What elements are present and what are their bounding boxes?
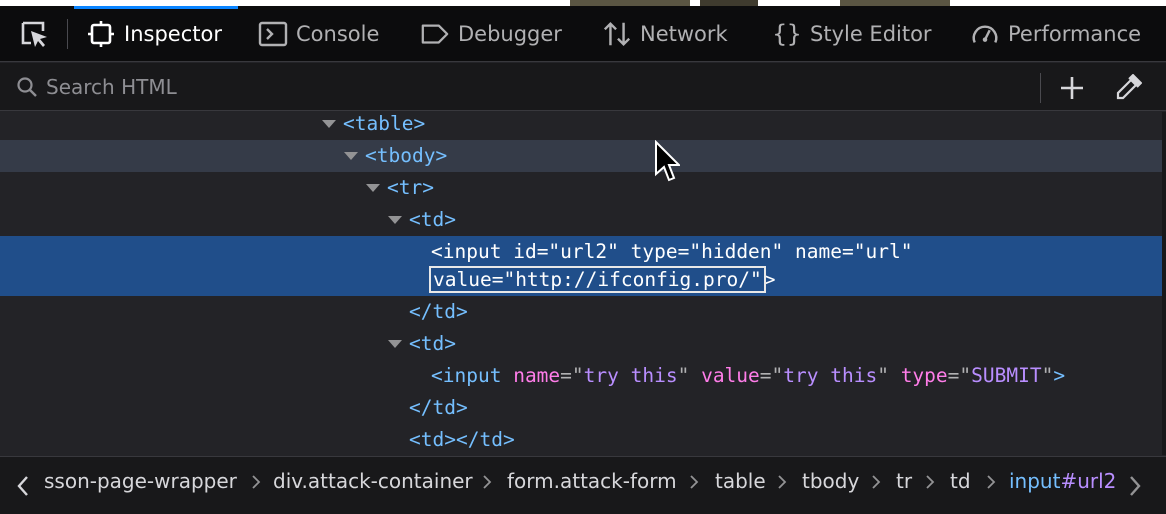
attr-value: url2 bbox=[560, 240, 608, 263]
performance-icon bbox=[970, 19, 1000, 49]
breadcrumb-item[interactable]: tbody bbox=[802, 457, 859, 514]
focused-attribute[interactable]: value="http://ifconfig.pro/" bbox=[429, 266, 766, 293]
markup-node-tr[interactable]: <tr> bbox=[0, 172, 1162, 204]
breadcrumb-item[interactable]: tr bbox=[896, 457, 912, 514]
mouse-cursor-icon bbox=[654, 139, 682, 188]
markup-node-td-2[interactable]: <td> bbox=[0, 328, 1162, 360]
tag-name: table bbox=[354, 112, 414, 135]
tag-name: td bbox=[420, 208, 445, 231]
attr-name: value bbox=[701, 364, 760, 387]
breadcrumb-scroll-left[interactable] bbox=[12, 471, 34, 501]
tag-name: td bbox=[420, 428, 445, 451]
tab-label: Debugger bbox=[458, 22, 562, 46]
chevron-right-icon bbox=[690, 475, 699, 489]
chevron-right-icon bbox=[483, 475, 492, 489]
tab-inspector[interactable]: Inspector bbox=[74, 6, 238, 62]
attr-name: id bbox=[513, 240, 537, 263]
breadcrumb-id: #url2 bbox=[1060, 469, 1117, 493]
attr-value: try this bbox=[783, 364, 878, 387]
markup-node-input-submit[interactable]: <input name="try this" value="try this" … bbox=[0, 360, 1162, 392]
collapse-twisty-icon[interactable] bbox=[344, 152, 358, 160]
toolbar-separator bbox=[67, 19, 68, 49]
markup-tree: <table> <tbody> <tr> <td> <input id="url… bbox=[0, 112, 1162, 455]
breadcrumb-tag: input bbox=[1009, 469, 1061, 493]
console-icon bbox=[258, 19, 288, 49]
markup-node-tbody[interactable]: <tbody> bbox=[0, 140, 1162, 172]
chevron-right-icon bbox=[926, 475, 935, 489]
markup-node-td-2-close[interactable]: </td> bbox=[0, 392, 1162, 424]
network-icon bbox=[602, 19, 632, 49]
breadcrumb-item[interactable]: td bbox=[950, 457, 971, 514]
breadcrumb-scroll-right[interactable] bbox=[1124, 471, 1146, 501]
tab-network[interactable]: Network bbox=[602, 6, 728, 62]
collapse-twisty-icon[interactable] bbox=[366, 184, 380, 192]
tab-label: Inspector bbox=[124, 22, 222, 46]
attr-name: type bbox=[630, 240, 678, 263]
element-picker-button[interactable] bbox=[12, 12, 56, 56]
tag-name: input bbox=[442, 364, 502, 387]
search-icon bbox=[16, 76, 38, 102]
attr-value: http://ifconfig.pro/ bbox=[515, 268, 750, 291]
tag-name: td bbox=[420, 332, 445, 355]
markup-node-td-close[interactable]: </td> bbox=[0, 296, 1162, 328]
inspector-icon bbox=[86, 19, 116, 49]
tab-style-editor[interactable]: {} Style Editor bbox=[772, 6, 932, 62]
tab-label: Console bbox=[296, 22, 380, 46]
attr-name: name bbox=[795, 240, 843, 263]
tag-name: tr bbox=[398, 176, 423, 199]
markup-node-input-url2[interactable]: <input id="url2" type="hidden" name="url… bbox=[0, 236, 1162, 296]
tag-name: td bbox=[432, 396, 456, 419]
markup-node-td-3[interactable]: <td></td> bbox=[0, 424, 1162, 455]
breadcrumb-item[interactable]: sson-page-wrapper bbox=[44, 457, 237, 514]
attr-name: value bbox=[433, 268, 492, 291]
chevron-right-icon bbox=[872, 475, 881, 489]
attr-value: try this bbox=[583, 364, 678, 387]
eyedropper-button[interactable] bbox=[1113, 73, 1143, 103]
attr-value: hidden bbox=[701, 240, 772, 263]
attr-value: SUBMIT bbox=[971, 364, 1042, 387]
tab-performance[interactable]: Performance bbox=[970, 6, 1141, 62]
tag-name: tbody bbox=[376, 144, 436, 167]
attr-name: name bbox=[513, 364, 561, 387]
tab-label: Style Editor bbox=[810, 22, 932, 46]
markup-scrollbar[interactable] bbox=[1162, 112, 1166, 455]
chevron-left-icon bbox=[17, 476, 28, 496]
breadcrumb-item[interactable]: div.attack-container bbox=[273, 457, 473, 514]
tab-label: Performance bbox=[1008, 22, 1142, 46]
tab-debugger[interactable]: Debugger bbox=[420, 6, 562, 62]
tag-name: td bbox=[479, 428, 503, 451]
attr-value: url bbox=[865, 240, 901, 263]
eyedropper-icon bbox=[1116, 74, 1142, 100]
search-html-input[interactable] bbox=[46, 72, 946, 102]
markup-search-bar bbox=[0, 63, 1166, 111]
chevron-right-icon bbox=[1130, 476, 1141, 496]
markup-node-td[interactable]: <td> bbox=[0, 204, 1162, 236]
tag-name: td bbox=[432, 300, 456, 323]
breadcrumb-item-selected[interactable]: input#url2 bbox=[1009, 457, 1116, 514]
tab-label: Network bbox=[640, 22, 728, 46]
breadcrumb-item[interactable]: table bbox=[715, 457, 766, 514]
plus-icon bbox=[1061, 77, 1083, 99]
breadcrumb-track: sson-page-wrapper div.attack-container f… bbox=[44, 457, 1118, 514]
chevron-right-icon bbox=[987, 475, 996, 489]
markup-node-table[interactable]: <table> bbox=[0, 112, 1162, 140]
breadcrumb-item[interactable]: form.attack-form bbox=[507, 457, 677, 514]
add-node-button[interactable] bbox=[1057, 73, 1087, 103]
breadcrumb: sson-page-wrapper div.attack-container f… bbox=[0, 456, 1166, 514]
devtools-toolbar: Inspector Console Debugger Network {} St… bbox=[0, 6, 1166, 62]
collapse-twisty-icon[interactable] bbox=[388, 216, 402, 224]
debugger-icon bbox=[420, 19, 450, 49]
chevron-right-icon bbox=[252, 475, 261, 489]
tab-console[interactable]: Console bbox=[258, 6, 379, 62]
attr-name: type bbox=[900, 364, 948, 387]
tag-name: input bbox=[442, 240, 502, 263]
collapse-twisty-icon[interactable] bbox=[388, 340, 402, 348]
selected-node-line-2: value="http://ifconfig.pro/" > bbox=[429, 266, 776, 293]
style-editor-icon: {} bbox=[772, 20, 802, 48]
search-separator bbox=[1040, 73, 1041, 103]
chevron-right-icon bbox=[778, 475, 787, 489]
element-picker-icon bbox=[21, 21, 47, 47]
collapse-twisty-icon[interactable] bbox=[322, 120, 336, 128]
